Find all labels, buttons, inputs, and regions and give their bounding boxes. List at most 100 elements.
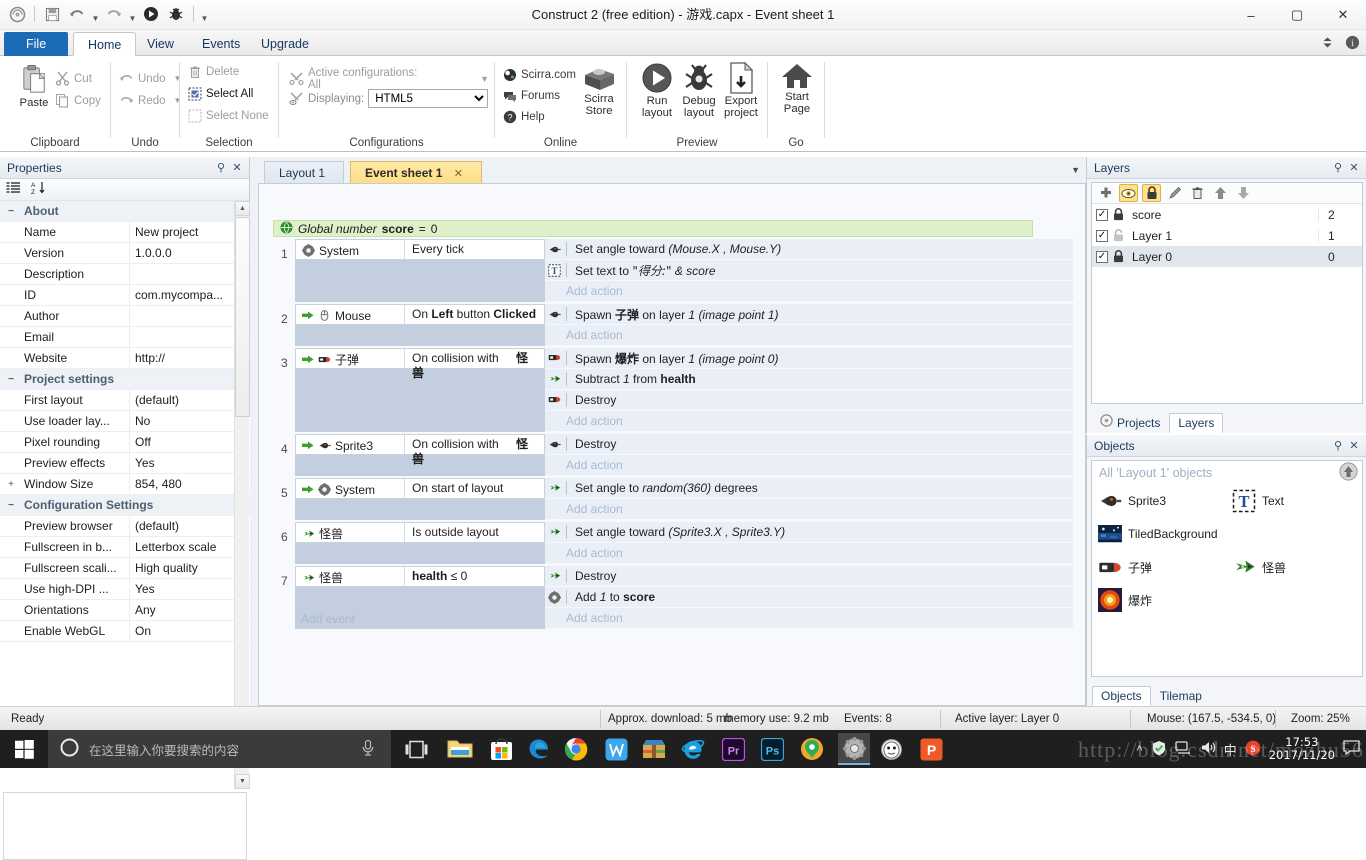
ime-icon[interactable]: 中	[1224, 740, 1237, 759]
event-sheet-canvas[interactable]: Global number score = 0 1 System Every tic…	[258, 183, 1086, 706]
layer-visible-checkbox[interactable]: ✓	[1096, 250, 1108, 263]
dock-tab-tilemap[interactable]: Tilemap	[1152, 686, 1210, 706]
winrar-icon[interactable]	[641, 736, 667, 762]
scirra-com-link[interactable]: Scirra.com	[503, 64, 576, 85]
property-row[interactable]: Preview effects Yes	[0, 452, 250, 474]
property-row[interactable]: Enable WebGL On	[0, 620, 250, 642]
cut-button[interactable]: Cut	[55, 68, 92, 89]
property-value[interactable]	[129, 263, 250, 285]
property-row[interactable]: Name New project	[0, 221, 250, 243]
property-row[interactable]: Orientations Any	[0, 599, 250, 621]
event-condition[interactable]: Sprite3 On collision with 怪兽	[295, 434, 545, 466]
360-browser-icon[interactable]	[799, 736, 825, 762]
properties-list[interactable]: − About Name New project Version 1.0.0.0 Descr…	[0, 201, 250, 789]
condition-object[interactable]: System	[296, 240, 404, 259]
action-row[interactable]: Subtract 1 from health	[545, 369, 1073, 390]
search-input[interactable]: 在这里输入你要搜索的内容	[48, 730, 391, 768]
tab-view[interactable]: View	[133, 32, 188, 56]
property-value[interactable]: On	[129, 620, 250, 642]
add-layer-icon[interactable]	[1096, 184, 1115, 202]
property-value[interactable]: New project	[129, 221, 250, 243]
add-action-row[interactable]: Add action	[545, 499, 1073, 520]
property-row[interactable]: Author	[0, 305, 250, 327]
property-category[interactable]: − Project settings	[0, 369, 250, 390]
lock-closed-icon[interactable]	[1112, 208, 1125, 222]
object-item[interactable]: TiledBackground	[1098, 522, 1218, 546]
clock[interactable]: 17:53 2017/11/20	[1269, 736, 1335, 762]
action-row[interactable]: Set angle toward (Sprite3.X , Sprite3.Y)	[545, 522, 1073, 543]
condition-object[interactable]: 子弹	[296, 349, 404, 368]
condition-object[interactable]: Sprite3	[296, 435, 404, 454]
property-value[interactable]: Letterbox scale	[129, 536, 250, 558]
undo-button[interactable]: Undo ▼	[119, 68, 181, 89]
tab-file[interactable]: File	[4, 32, 69, 56]
property-value[interactable]: Off	[129, 431, 250, 453]
property-value[interactable]: High quality	[129, 557, 250, 579]
categorize-icon[interactable]	[6, 181, 21, 198]
action-row[interactable]: Spawn 爆炸 on layer 1 (image point 0)	[545, 348, 1073, 369]
notification-icon[interactable]	[1343, 740, 1360, 758]
condition-object[interactable]: System	[296, 479, 404, 498]
help-link[interactable]: ? Help	[503, 106, 545, 127]
objects-grid[interactable]: Sprite3 T Text TiledBackground 子弹 怪兽 爆炸	[1092, 485, 1362, 670]
property-value[interactable]: Yes	[129, 578, 250, 600]
property-value[interactable]: 1.0.0.0	[129, 242, 250, 264]
photoshop-icon[interactable]: Ps	[759, 736, 785, 762]
condition-object[interactable]: 怪兽	[296, 523, 404, 542]
lock-open-icon[interactable]	[1112, 229, 1125, 243]
add-action-row[interactable]: Add action	[545, 411, 1073, 432]
property-value[interactable]: 854, 480	[129, 473, 250, 495]
forums-link[interactable]: Forums	[503, 85, 560, 106]
close-icon[interactable]: ✕	[1346, 438, 1362, 454]
help-info-icon[interactable]: i	[1344, 34, 1360, 50]
qq-icon[interactable]	[878, 736, 904, 762]
property-row[interactable]: Preview browser (default)	[0, 515, 250, 537]
add-action-row[interactable]: Add action	[545, 325, 1073, 346]
sogou-icon[interactable]: S	[1245, 740, 1261, 759]
layer-row[interactable]: ✓ score 2	[1092, 204, 1362, 225]
dock-tab-projects[interactable]: Projects	[1092, 413, 1168, 433]
property-value[interactable]: (default)	[129, 515, 250, 537]
chrome-icon[interactable]	[563, 736, 589, 762]
layer-visible-checkbox[interactable]: ✓	[1096, 208, 1108, 221]
property-row[interactable]: Description	[0, 263, 250, 285]
property-row[interactable]: Version 1.0.0.0	[0, 242, 250, 264]
close-button[interactable]: ✕	[1320, 0, 1366, 30]
pin-icon[interactable]: ⚲	[1330, 438, 1346, 454]
property-row[interactable]: Email	[0, 326, 250, 348]
scroll-down-button[interactable]: ▼	[235, 774, 250, 789]
tab-event-sheet-1[interactable]: Event sheet 1 ✕	[350, 161, 482, 183]
action-row[interactable]: Set angle to random(360) degrees	[545, 478, 1073, 499]
property-row[interactable]: Use high-DPI ... Yes	[0, 578, 250, 600]
property-row[interactable]: + Window Size 854, 480	[0, 473, 250, 495]
show-hidden-icon[interactable]: ˄	[1136, 743, 1142, 755]
property-row[interactable]: Fullscreen scali... High quality	[0, 557, 250, 579]
property-row[interactable]: Pixel rounding Off	[0, 431, 250, 453]
property-row[interactable]: First layout (default)	[0, 389, 250, 411]
event-condition[interactable]: 怪兽 health ≤ 0	[295, 566, 545, 587]
event-condition[interactable]: 子弹 On collision with 怪兽	[295, 348, 545, 380]
property-row[interactable]: ID com.mycompa...	[0, 284, 250, 306]
property-value[interactable]: No	[129, 410, 250, 432]
export-project-button[interactable]: Export project	[715, 61, 767, 119]
property-value[interactable]: Yes	[129, 452, 250, 474]
microsoft-store-icon[interactable]	[488, 736, 514, 762]
wps-icon[interactable]	[603, 736, 629, 762]
construct2-icon[interactable]	[838, 733, 870, 765]
delete-layer-icon[interactable]	[1188, 184, 1207, 202]
property-category[interactable]: − Configuration Settings	[0, 495, 250, 516]
property-value[interactable]	[129, 305, 250, 327]
event-condition[interactable]: Mouse On Left button Clicked	[295, 304, 545, 325]
property-value[interactable]: com.mycompa...	[129, 284, 250, 306]
action-row[interactable]: Destroy	[545, 434, 1073, 455]
active-configurations-dropdown[interactable]: ▼	[434, 69, 494, 88]
action-row[interactable]: Spawn 子弹 on layer 1 (image point 1)	[545, 304, 1073, 325]
toggle-visibility-icon[interactable]	[1119, 184, 1138, 202]
properties-scrollbar[interactable]: ▲ ▼	[234, 201, 250, 789]
property-value[interactable]: (default)	[129, 389, 250, 411]
ribbon-collapse-icon[interactable]	[1319, 34, 1335, 50]
condition-object[interactable]: Mouse	[296, 305, 404, 324]
close-icon[interactable]: ✕	[229, 160, 245, 176]
object-item[interactable]: Sprite3	[1098, 489, 1166, 513]
category-expander-icon[interactable]: −	[0, 206, 22, 217]
